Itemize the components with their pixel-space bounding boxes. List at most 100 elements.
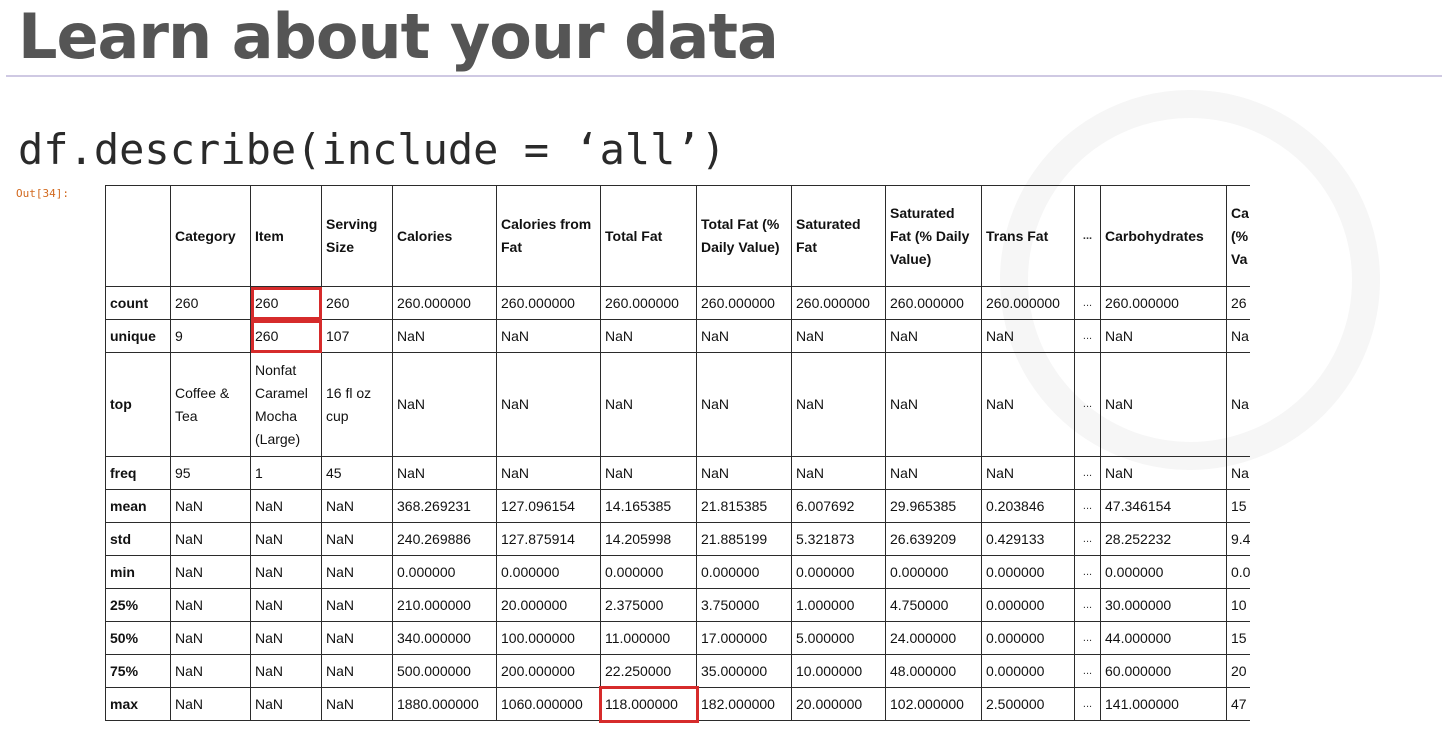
table-cell: NaN (392, 456, 497, 490)
table-cell: 260 (321, 286, 393, 320)
table-cell: 1060.000000 (496, 687, 601, 721)
table-cell: ... (1074, 588, 1101, 622)
table-cell: NaN (170, 621, 251, 655)
table-cell: 0.000000 (392, 555, 497, 589)
table-cell: 260.000000 (696, 286, 792, 320)
table-row: 25% NaN NaN NaN 210.000000 20.000000 2.375000 3… (105, 588, 1250, 622)
table-cell: 100.000000 (496, 621, 601, 655)
table-cell: NaN (250, 522, 322, 556)
table-cell: 29.965385 (885, 489, 982, 523)
table-cell: NaN (1100, 319, 1227, 353)
table-cell: 48.000000 (885, 654, 982, 688)
highlighted-cell: 260 (250, 286, 322, 320)
row-label: top (105, 352, 171, 457)
table-cell: 14.165385 (600, 489, 697, 523)
describe-output: Category Item Serving Size Calories Calories… (105, 185, 1250, 726)
column-header-calories: Calories (392, 185, 497, 287)
table-cell: NaN (696, 319, 792, 353)
table-cell: 0.000000 (981, 654, 1075, 688)
table-cell: 47 (1226, 687, 1250, 721)
row-label: max (105, 687, 171, 721)
table-cell: ... (1074, 286, 1101, 320)
table-cell: 10.000000 (791, 654, 886, 688)
table-cell: NaN (981, 319, 1075, 353)
row-label: unique (105, 319, 171, 353)
table-cell: 44.000000 (1100, 621, 1227, 655)
table-cell: NaN (321, 588, 393, 622)
table-cell: 368.269231 (392, 489, 497, 523)
table-cell: NaN (496, 456, 601, 490)
column-header-ellipsis: ... (1074, 185, 1101, 287)
table-cell: NaN (791, 319, 886, 353)
table-cell: NaN (600, 352, 697, 457)
table-cell: 0.000000 (791, 555, 886, 589)
table-cell: 47.346154 (1100, 489, 1227, 523)
table-cell: 210.000000 (392, 588, 497, 622)
table-cell: 35.000000 (696, 654, 792, 688)
table-cell: NaN (250, 654, 322, 688)
column-header-calories-from-fat: Calories from Fat (496, 185, 601, 287)
table-cell: 1880.000000 (392, 687, 497, 721)
table-cell: NaN (170, 687, 251, 721)
table-row: 75% NaN NaN NaN 500.000000 200.000000 22.25000… (105, 654, 1250, 688)
table-cell: NaN (885, 352, 982, 457)
table-cell: NaN (321, 522, 393, 556)
table-cell: NaN (885, 456, 982, 490)
table-header-row: Category Item Serving Size Calories Calories… (105, 185, 1250, 287)
table-cell: 9.4 (1226, 522, 1250, 556)
column-header-serving-size: Serving Size (321, 185, 393, 287)
table-row: max NaN NaN NaN 1880.000000 1060.000000 118.00… (105, 685, 1250, 723)
table-row: top Coffee & Tea Nonfat Caramel Mocha (Lar… (105, 352, 1250, 457)
describe-table: Category Item Serving Size Calories Calories… (105, 185, 1250, 723)
table-cell: NaN (496, 352, 601, 457)
table-cell: 4.750000 (885, 588, 982, 622)
table-cell: NaN (496, 319, 601, 353)
table-cell: 20.000000 (496, 588, 601, 622)
column-header-total-fat: Total Fat (600, 185, 697, 287)
table-cell: 5.321873 (791, 522, 886, 556)
output-prompt: Out[34]: (16, 187, 69, 200)
table-row: 50% NaN NaN NaN 340.000000 100.000000 11.00000… (105, 621, 1250, 655)
table-cell: NaN (250, 687, 322, 721)
table-cell: NaN (791, 456, 886, 490)
table-cell: 340.000000 (392, 621, 497, 655)
table-cell: ... (1074, 555, 1101, 589)
table-cell: 0.000000 (981, 588, 1075, 622)
column-header-trans-fat: Trans Fat (981, 185, 1075, 287)
table-cell: NaN (696, 352, 792, 457)
column-header-carbohydrates: Carbohydrates (1100, 185, 1227, 287)
table-cell: 200.000000 (496, 654, 601, 688)
title-divider (6, 75, 1442, 77)
table-cell: ... (1074, 654, 1101, 688)
table-cell: 3.750000 (696, 588, 792, 622)
column-header-category: Category (170, 185, 251, 287)
table-cell: NaN (392, 352, 497, 457)
table-row: freq 95 1 45 NaN NaN NaN NaN NaN NaN NaN... NaN Na (105, 456, 1250, 490)
table-cell: 0.000000 (981, 555, 1075, 589)
table-cell: 260.000000 (885, 286, 982, 320)
table-cell: NaN (250, 489, 322, 523)
table-cell: NaN (170, 489, 251, 523)
table-cell: ... (1074, 352, 1101, 457)
table-cell: 107 (321, 319, 393, 353)
highlighted-cell: 260 (250, 319, 322, 353)
table-cell: 0.000000 (600, 555, 697, 589)
table-row: mean NaN NaN NaN 368.269231 127.096154 14.1653… (105, 489, 1250, 523)
table-cell: 26.639209 (885, 522, 982, 556)
table-cell: 1 (250, 456, 322, 490)
table-cell: 60.000000 (1100, 654, 1227, 688)
table-cell: 11.000000 (600, 621, 697, 655)
table-cell: 260.000000 (791, 286, 886, 320)
column-header-index (105, 185, 171, 287)
table-cell: NaN (885, 319, 982, 353)
table-cell: 260.000000 (600, 286, 697, 320)
table-cell: 2.500000 (981, 687, 1075, 721)
table-cell: NaN (321, 687, 393, 721)
table-cell: NaN (1100, 456, 1227, 490)
table-cell: Coffee & Tea (170, 352, 251, 457)
table-cell: NaN (321, 621, 393, 655)
table-cell: ... (1074, 489, 1101, 523)
table-cell: NaN (981, 456, 1075, 490)
table-cell: 22.250000 (600, 654, 697, 688)
row-label: count (105, 286, 171, 320)
